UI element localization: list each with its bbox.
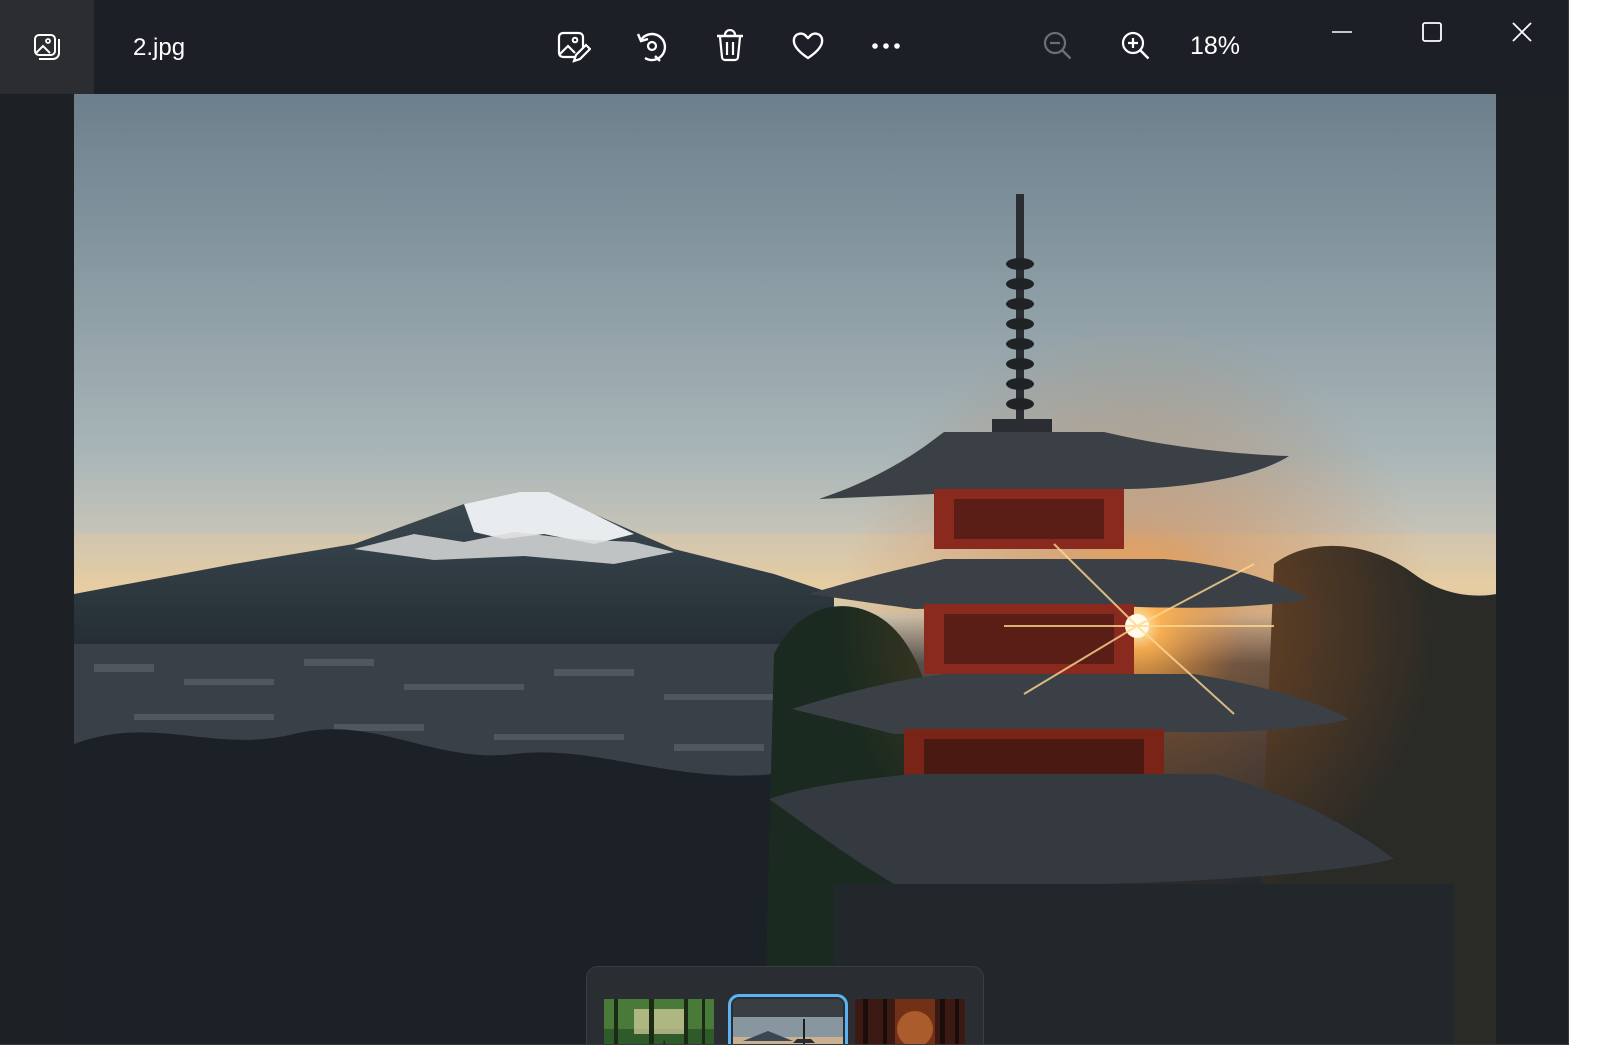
zoom-in-button[interactable]: [1112, 22, 1160, 70]
close-button[interactable]: [1499, 10, 1545, 54]
thumbnail-autumn-forest-image: [855, 999, 965, 1044]
close-icon: [1512, 22, 1532, 42]
image-viewer[interactable]: [0, 94, 1568, 1044]
maximize-icon: [1422, 22, 1442, 42]
zoom-out-icon: [1043, 31, 1072, 60]
trash-icon: [717, 29, 743, 62]
thumbnail-pagoda-fuji[interactable]: [728, 994, 848, 1044]
more-button[interactable]: [862, 22, 910, 70]
file-name: 2.jpg: [133, 34, 186, 61]
photo-pagoda-fuji-sunset: [74, 194, 1496, 1044]
minimize-button[interactable]: [1319, 10, 1365, 54]
thumbnail-pagoda-fuji-image: [733, 999, 843, 1044]
heart-icon: [792, 32, 824, 60]
filmstrip: [586, 966, 984, 1044]
thumbnail-autumn-forest[interactable]: [855, 999, 965, 1044]
rotate-button[interactable]: [628, 22, 676, 70]
photo[interactable]: [74, 94, 1496, 1044]
thumbnail-forest-sun-image: [604, 999, 714, 1044]
delete-button[interactable]: [706, 22, 754, 70]
gallery-icon: [34, 34, 60, 60]
edit-image-button[interactable]: [549, 22, 597, 70]
minimize-icon: [1332, 31, 1352, 33]
more-icon: [872, 43, 900, 49]
thumbnail-forest-sun[interactable]: [604, 999, 714, 1044]
rotate-icon: [636, 32, 667, 62]
zoom-out-button[interactable]: [1034, 22, 1082, 70]
zoom-level[interactable]: 18%: [1190, 30, 1254, 62]
gallery-button[interactable]: [0, 0, 94, 94]
photos-app-window: 2.jpg 18%: [0, 0, 1569, 1045]
title-bar: 2.jpg 18%: [0, 0, 1568, 94]
zoom-in-icon: [1121, 31, 1150, 60]
edit-image-icon: [557, 31, 591, 63]
maximize-button[interactable]: [1409, 10, 1455, 54]
favorite-button[interactable]: [784, 22, 832, 70]
